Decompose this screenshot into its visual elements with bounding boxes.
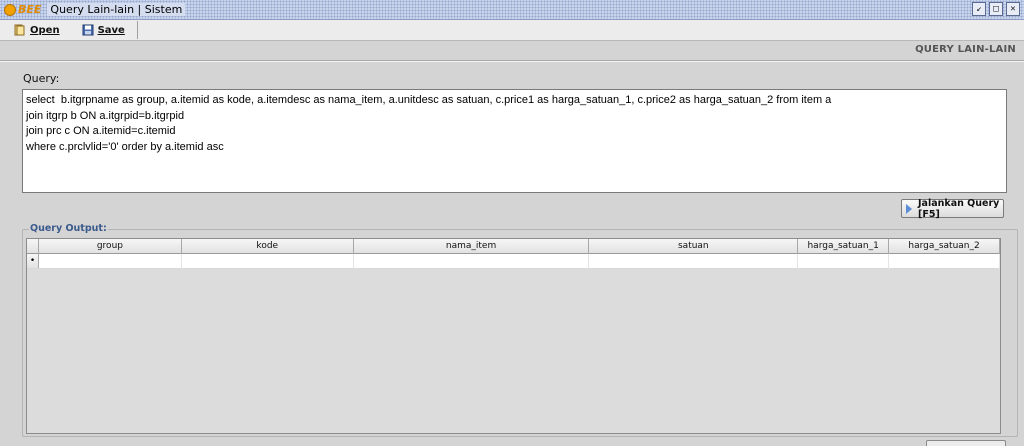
- title-bar: BEE Query Lain-lain | Sistem ↙ □ ✕: [0, 0, 1024, 20]
- column-header-group[interactable]: group: [39, 239, 182, 254]
- open-label: Open: [30, 24, 60, 36]
- toolbar: Open Save: [0, 20, 1024, 41]
- close-icon[interactable]: ✕: [1006, 2, 1020, 16]
- maximize-icon[interactable]: □: [989, 2, 1003, 16]
- open-button[interactable]: Open: [0, 21, 68, 40]
- table-cell[interactable]: [889, 254, 1000, 269]
- query-label: Query:: [23, 72, 60, 85]
- run-query-label: Jalankan Query [F5]: [918, 197, 1000, 220]
- restore-icon[interactable]: ↙: [972, 2, 986, 16]
- run-query-button[interactable]: Jalankan Query [F5]: [901, 197, 1004, 220]
- save-label: Save: [97, 24, 125, 36]
- column-header-harga-satuan-1[interactable]: harga_satuan_1: [798, 239, 890, 254]
- query-output-label: Query Output:: [29, 223, 108, 234]
- window-title: Query Lain-lain | Sistem: [47, 3, 186, 16]
- table-cell[interactable]: [354, 254, 590, 269]
- open-folder-icon: [14, 24, 25, 36]
- toolbar-divider: [136, 21, 138, 39]
- table-cell[interactable]: [39, 254, 182, 269]
- row-indicator: •: [27, 254, 39, 268]
- floppy-disk-icon: [82, 24, 94, 36]
- grid-header: group kode nama_item satuan harga_satuan…: [27, 239, 1000, 254]
- table-cell[interactable]: [798, 254, 890, 269]
- grid-corner: [27, 239, 39, 254]
- bottom-button[interactable]: [926, 440, 1006, 446]
- column-header-harga-satuan-2[interactable]: harga_satuan_2: [889, 239, 1000, 254]
- window-controls: ↙ □ ✕: [972, 2, 1020, 16]
- column-header-nama-item[interactable]: nama_item: [354, 239, 590, 254]
- column-header-satuan[interactable]: satuan: [589, 239, 799, 254]
- save-button[interactable]: Save: [68, 21, 133, 40]
- logo-icon: [4, 3, 16, 16]
- logo-text: BEE: [18, 3, 42, 16]
- column-header-kode[interactable]: kode: [182, 239, 354, 254]
- play-icon: [906, 203, 912, 214]
- query-textarea[interactable]: select b.itgrpname as group, a.itemid as…: [22, 89, 1007, 193]
- query-output-panel: Query Output: group kode nama_item satua…: [22, 223, 1018, 437]
- table-cell[interactable]: [589, 254, 799, 269]
- table-cell[interactable]: [182, 254, 354, 269]
- app-logo: BEE: [4, 2, 41, 18]
- table-row[interactable]: •: [27, 254, 1000, 269]
- header-divider: [0, 60, 1024, 62]
- results-grid[interactable]: group kode nama_item satuan harga_satuan…: [26, 238, 1001, 434]
- page-title: QUERY LAIN-LAIN: [915, 44, 1016, 55]
